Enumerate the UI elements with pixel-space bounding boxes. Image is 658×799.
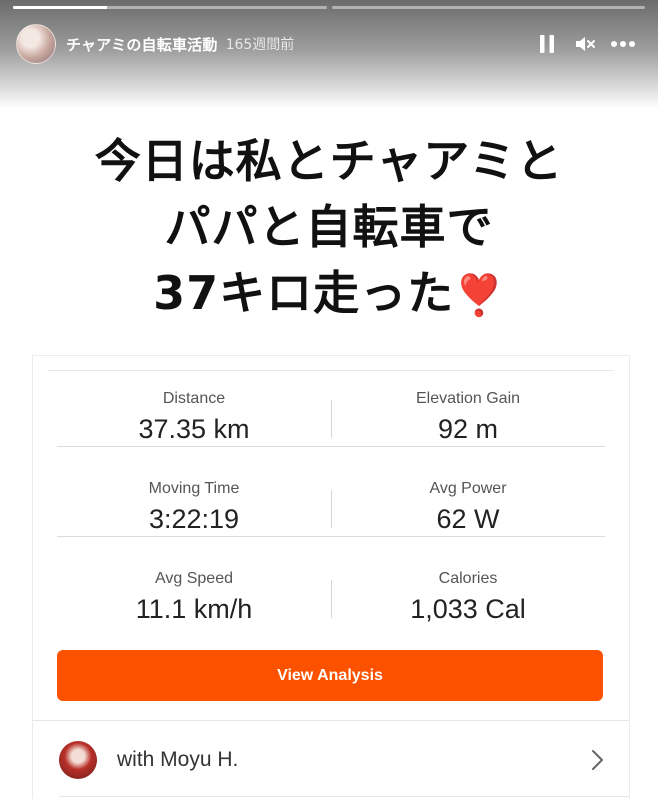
username[interactable]: チャアミの自転車活動 bbox=[66, 34, 218, 55]
athlete-avatar bbox=[59, 741, 97, 779]
stat-label: Distance bbox=[162, 390, 226, 407]
stat-label: Moving Time bbox=[148, 480, 240, 497]
stat-label: Elevation Gain bbox=[415, 390, 521, 407]
caption-line-2: パパと自転車で bbox=[164, 200, 494, 254]
with-athlete-row[interactable]: with Moyu H. bbox=[59, 738, 609, 782]
stat-avg-speed: Avg Speed 11.1 km/h bbox=[57, 536, 331, 626]
story-header: チャアミの自転車活動 165週間前 bbox=[16, 24, 642, 64]
pause-button[interactable] bbox=[528, 25, 566, 63]
divider bbox=[33, 720, 629, 721]
stats-row: Avg Speed 11.1 km/h Calories 1,033 Cal bbox=[57, 536, 605, 626]
chevron-right-icon bbox=[592, 750, 603, 770]
post-time: 165週間前 bbox=[225, 37, 295, 53]
divider bbox=[59, 796, 629, 797]
stat-calories: Calories 1,033 Cal bbox=[331, 536, 605, 626]
stats-row: Moving Time 3:22:19 Avg Power 62 W bbox=[57, 446, 605, 537]
more-dots-icon bbox=[611, 41, 635, 47]
stat-value: 62 W bbox=[436, 504, 500, 534]
heart-exclamation-emoji: ❣️ bbox=[454, 273, 505, 319]
caption-line-3: 37キロ走った❣️ bbox=[0, 260, 658, 329]
more-options-button[interactable] bbox=[604, 25, 642, 63]
user-avatar[interactable] bbox=[16, 24, 56, 64]
stat-value: 1,033 Cal bbox=[410, 594, 526, 624]
progress-bar-2 bbox=[331, 6, 645, 9]
stat-elevation-gain: Elevation Gain 92 m bbox=[331, 356, 605, 446]
stat-distance: Distance 37.35 km bbox=[57, 356, 331, 446]
stat-moving-time: Moving Time 3:22:19 bbox=[57, 446, 331, 536]
stat-label: Calories bbox=[438, 570, 498, 587]
stat-value: 3:22:19 bbox=[148, 504, 240, 534]
story-viewer: チャアミの自転車活動 165週間前 今日は私とチャアミと パパと自転車で 37キ… bbox=[0, 0, 658, 799]
caption-line-1: 今日は私とチャアミと bbox=[94, 134, 564, 188]
activity-stats-card: Distance 37.35 km Elevation Gain 92 m Mo… bbox=[33, 356, 629, 799]
muted-speaker-icon bbox=[576, 37, 595, 51]
stat-label: Avg Power bbox=[429, 480, 507, 497]
stats-row: Distance 37.35 km Elevation Gain 92 m bbox=[57, 356, 605, 447]
stat-label: Avg Speed bbox=[155, 570, 233, 587]
mute-button[interactable] bbox=[566, 25, 604, 63]
stat-value: 11.1 km/h bbox=[135, 594, 253, 624]
story-caption: 今日は私とチャアミと パパと自転車で 37キロ走った❣️ bbox=[0, 128, 658, 329]
pause-icon bbox=[540, 35, 554, 53]
stat-avg-power: Avg Power 62 W bbox=[331, 446, 605, 536]
story-progress-bars bbox=[13, 6, 645, 9]
story-header-overlay: チャアミの自転車活動 165週間前 bbox=[0, 0, 658, 108]
caption-line-3-text: 37キロ走った bbox=[153, 266, 455, 320]
view-analysis-button[interactable]: View Analysis bbox=[57, 650, 603, 701]
with-athlete-text: with Moyu H. bbox=[117, 748, 239, 771]
stat-value: 37.35 km bbox=[138, 414, 250, 444]
stat-value: 92 m bbox=[437, 414, 499, 444]
progress-bar-1 bbox=[13, 6, 327, 9]
